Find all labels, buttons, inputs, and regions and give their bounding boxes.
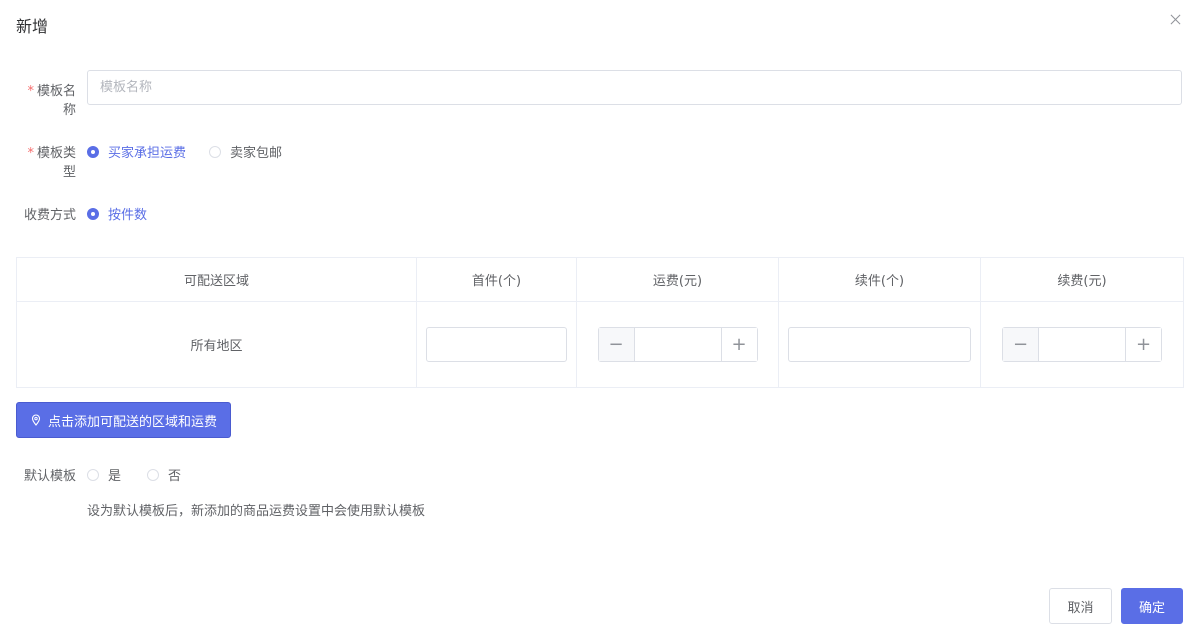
radio-dot bbox=[87, 145, 99, 158]
table-row: 所有地区 − + − + bbox=[16, 301, 1184, 388]
radio-label: 买家承担运费 bbox=[108, 146, 187, 161]
default-template-hint: 设为默认模板后，新添加的商品运费设置中会使用默认模板 bbox=[87, 504, 426, 519]
add-region-button[interactable]: 点击添加可配送的区域和运费 bbox=[16, 402, 231, 438]
confirm-button[interactable]: 确定 bbox=[1121, 588, 1183, 624]
freight-value[interactable] bbox=[635, 328, 721, 361]
header-freight: 运费(元) bbox=[576, 257, 779, 302]
add-template-dialog: 新增 *模板名称 *模板类型 买家承担运费 卖家包邮 收费方式 按件数 可配送区… bbox=[0, 0, 1200, 641]
radio-label: 按件数 bbox=[108, 208, 148, 223]
header-extra-item: 续件(个) bbox=[778, 257, 981, 302]
location-pin-icon bbox=[31, 414, 41, 426]
plus-icon[interactable]: + bbox=[1125, 328, 1161, 361]
cancel-button[interactable]: 取消 bbox=[1049, 588, 1112, 624]
required-mark: * bbox=[27, 146, 34, 161]
extra-item-input[interactable] bbox=[788, 327, 971, 362]
radio-label: 否 bbox=[168, 469, 182, 484]
radio-free-shipping[interactable]: 卖家包邮 bbox=[209, 142, 282, 161]
radio-dot bbox=[87, 207, 99, 220]
plus-icon[interactable]: + bbox=[720, 328, 757, 361]
required-mark: * bbox=[27, 84, 34, 99]
freight-stepper[interactable]: − + bbox=[597, 327, 758, 362]
add-region-label: 点击添加可配送的区域和运费 bbox=[47, 414, 217, 430]
first-item-input[interactable] bbox=[426, 327, 567, 362]
radio-default-no[interactable]: 否 bbox=[147, 465, 181, 484]
default-template-label: 默认模板 bbox=[23, 469, 76, 484]
extra-fee-stepper[interactable]: − + bbox=[1002, 327, 1162, 362]
fee-table: 可配送区域 首件(个) 运费(元) 续件(个) 续费(元) 所有地区 − + −… bbox=[16, 257, 1184, 388]
radio-label: 卖家包邮 bbox=[230, 146, 283, 161]
header-extra-fee: 续费(元) bbox=[980, 257, 1184, 302]
extra-fee-value[interactable] bbox=[1039, 328, 1125, 361]
minus-icon[interactable]: − bbox=[1003, 328, 1039, 361]
radio-label: 是 bbox=[108, 469, 122, 484]
template-type-label: * 模板类型 bbox=[27, 146, 76, 180]
charge-method-label: 收费方式 bbox=[23, 208, 76, 223]
radio-by-quantity[interactable]: 按件数 bbox=[87, 204, 147, 223]
table-header-row: 可配送区域 首件(个) 运费(元) 续件(个) 续费(元) bbox=[16, 257, 1184, 302]
radio-dot bbox=[209, 145, 221, 158]
radio-dot bbox=[147, 468, 159, 481]
header-region: 可配送区域 bbox=[16, 257, 417, 302]
radio-default-yes[interactable]: 是 bbox=[87, 465, 121, 484]
minus-icon[interactable]: − bbox=[598, 328, 635, 361]
radio-buyer-pays[interactable]: 买家承担运费 bbox=[87, 142, 186, 161]
radio-dot bbox=[87, 468, 99, 481]
header-first-item: 首件(个) bbox=[416, 257, 577, 302]
region-cell: 所有地区 bbox=[16, 301, 417, 388]
template-name-label: * 模板名称 bbox=[27, 84, 76, 118]
dialog-title: 新增 bbox=[16, 17, 49, 36]
template-name-input[interactable] bbox=[87, 70, 1182, 105]
close-icon[interactable] bbox=[1167, 11, 1185, 29]
